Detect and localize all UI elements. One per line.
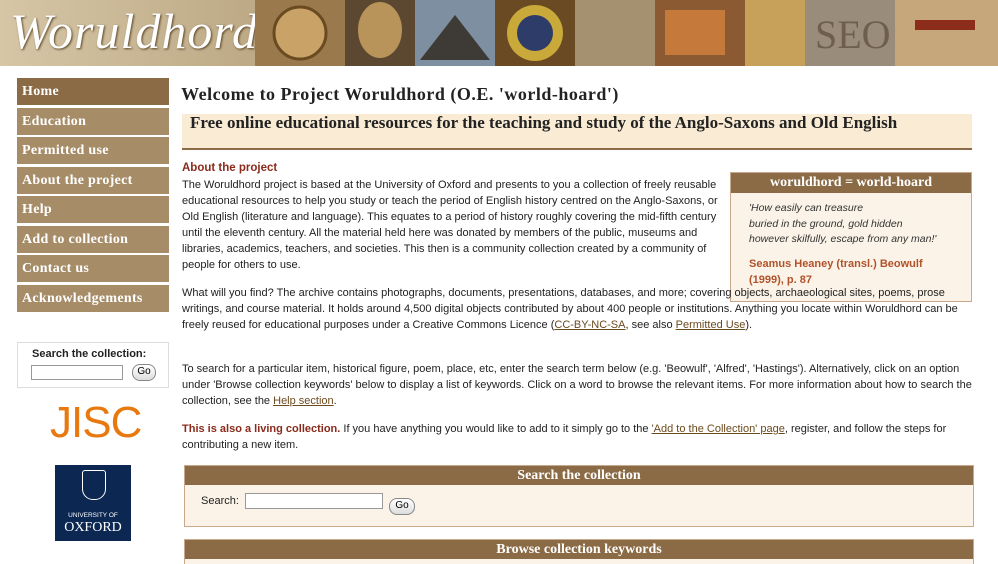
sidebar-item-add-to-collection[interactable]: Add to collection — [17, 225, 169, 253]
quote-citation: Seamus Heaney (transl.) Beowulf (1999), … — [731, 248, 971, 288]
about-paragraph: The Woruldhord project is based at the U… — [182, 179, 718, 271]
page-tagline: Free online educational resources for th… — [182, 114, 972, 150]
sidebar-item-education[interactable]: Education — [17, 107, 169, 135]
oxford-logo[interactable]: UNIVERSITY OF OXFORD — [55, 465, 131, 541]
search-go-button[interactable]: Go — [389, 498, 415, 515]
quote-box: woruldhord = world-hoard 'How easily can… — [730, 172, 972, 302]
sidebar-item-help[interactable]: Help — [17, 196, 169, 223]
find-text: , see also — [625, 319, 676, 331]
sidebar-search-label: Search the collection: — [32, 348, 147, 360]
living-heading: This is also a living collection. — [182, 423, 341, 435]
quote-text: 'How easily can treasure buried in the g… — [731, 193, 971, 248]
add-to-collection-link[interactable]: 'Add to the Collection' page — [652, 423, 785, 435]
about-heading: About the project — [182, 162, 278, 174]
browse-panel-heading: Browse collection keywords — [185, 540, 973, 559]
search-text: . — [333, 395, 337, 407]
oxford-crest-icon — [82, 470, 106, 500]
header-banner: Woruldhord SEO — [0, 0, 998, 66]
search-panel: Search the collection Search: Go — [184, 465, 974, 527]
logo[interactable]: Woruldhord — [0, 0, 259, 66]
living-paragraph: This is also a living collection. If you… — [182, 421, 972, 453]
sidebar-search: Search the collection: Go — [17, 342, 169, 388]
find-paragraph: What will you find? The archive contains… — [182, 285, 972, 333]
oxford-logo-line2: OXFORD — [64, 520, 122, 535]
search-paragraph: To search for a particular item, histori… — [182, 361, 972, 409]
svg-text:SEO: SEO — [815, 12, 891, 57]
permitted-use-link[interactable]: Permitted Use — [676, 319, 746, 331]
page-title: Welcome to Project Woruldhord (O.E. 'wor… — [181, 84, 619, 104]
banner-images: SEO — [255, 0, 998, 66]
help-section-link[interactable]: Help section — [273, 395, 334, 407]
quote-line: buried in the ground, gold hidden — [749, 217, 903, 230]
sidebar-item-about-the-project[interactable]: About the project — [17, 166, 169, 194]
find-text: ). — [745, 319, 753, 331]
sidebar-go-button[interactable]: Go — [132, 364, 156, 381]
quote-heading: woruldhord = world-hoard — [731, 173, 971, 193]
search-label: Search: — [201, 495, 239, 507]
quote-citation-line: Seamus Heaney (transl.) Beowulf — [749, 257, 923, 270]
sidebar-item-permitted-use[interactable]: Permitted use — [17, 137, 169, 164]
jisc-logo[interactable]: JISC — [50, 398, 142, 448]
logo-text: Woruldhord — [10, 3, 259, 59]
sidebar-item-contact-us[interactable]: Contact us — [17, 255, 169, 282]
search-input[interactable] — [245, 493, 383, 509]
oxford-logo-line1: UNIVERSITY OF — [68, 512, 118, 519]
cc-license-link[interactable]: CC-BY-NC-SA — [554, 319, 625, 331]
browse-panel: Browse collection keywords — [184, 539, 974, 564]
sidebar-search-input[interactable] — [31, 365, 123, 380]
search-panel-heading: Search the collection — [185, 466, 973, 485]
quote-line: however skilfully, escape from any man!' — [749, 233, 937, 245]
sidebar-nav: Home Education Permitted use About the p… — [17, 78, 169, 314]
quote-line: 'How easily can treasure — [749, 202, 864, 214]
sidebar-item-acknowledgements[interactable]: Acknowledgements — [17, 284, 169, 312]
living-text: If you have anything you would like to a… — [340, 423, 652, 435]
